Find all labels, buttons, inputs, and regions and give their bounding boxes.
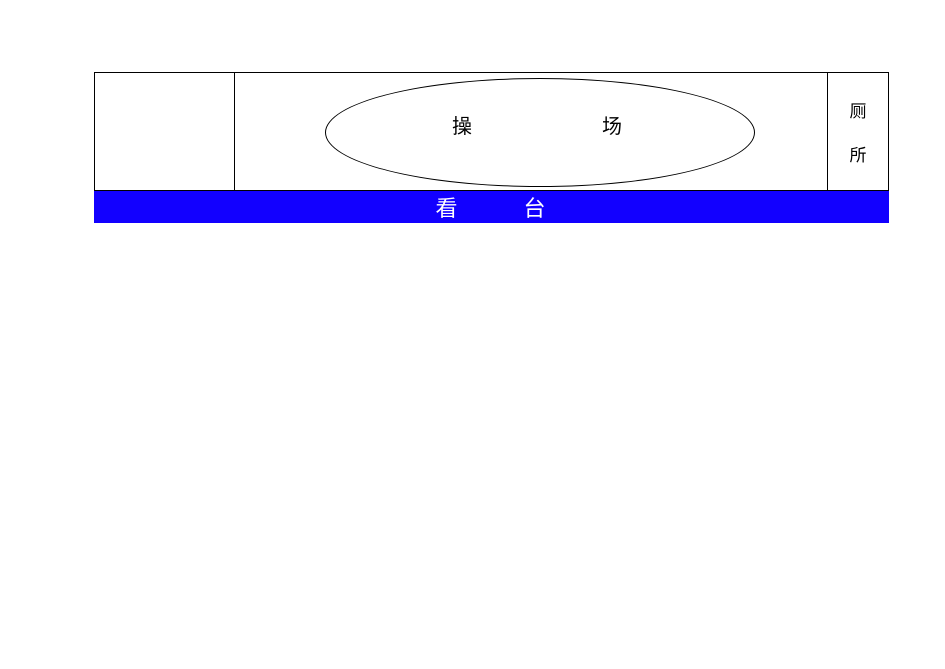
layout-diagram: 操 场 厕 所 看 台 bbox=[94, 72, 889, 223]
grandstand-bar: 看 台 bbox=[94, 191, 889, 223]
field-box: 操 场 bbox=[234, 72, 828, 191]
toilet-char-1: 厕 bbox=[850, 97, 867, 122]
track-ellipse: 操 场 bbox=[325, 78, 755, 187]
upper-row: 操 场 厕 所 bbox=[94, 72, 889, 191]
toilet-box: 厕 所 bbox=[828, 72, 889, 191]
grandstand-label: 看 台 bbox=[435, 191, 567, 223]
toilet-char-2: 所 bbox=[850, 141, 867, 166]
field-label: 操 场 bbox=[452, 110, 652, 139]
left-empty-box bbox=[94, 72, 234, 191]
